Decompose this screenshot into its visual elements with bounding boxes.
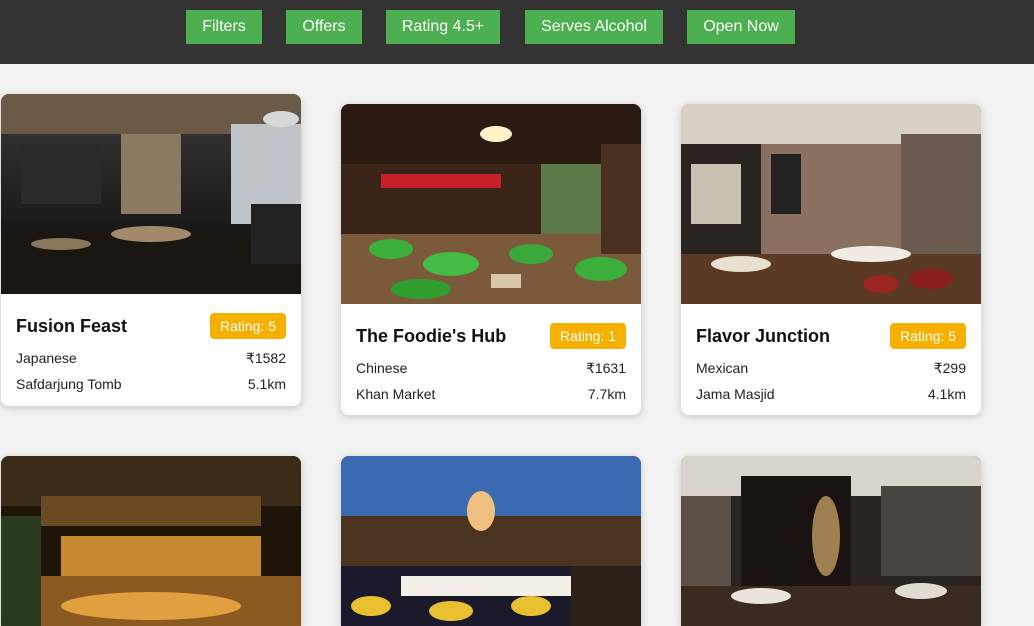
cuisine-label: Mexican	[696, 360, 749, 376]
restaurant-card[interactable]: The Foodie's Hub Rating: 1 Chinese ₹1631…	[341, 104, 641, 415]
serves-alcohol-button[interactable]: Serves Alcohol	[525, 10, 663, 44]
rating-filter-button[interactable]: Rating 4.5+	[386, 10, 500, 44]
offers-button[interactable]: Offers	[286, 10, 362, 44]
restaurant-name: Fusion Feast	[16, 316, 128, 336]
price-label: ₹1631	[585, 360, 626, 376]
restaurant-photo	[341, 456, 641, 626]
restaurant-card[interactable]: Fusion Feast Rating: 5 Japanese ₹1582 Sa…	[1, 94, 301, 406]
rating-badge: Rating: 5	[889, 323, 966, 349]
restaurant-card[interactable]	[681, 456, 981, 626]
distance-label: 7.7km	[587, 386, 626, 402]
location-label: Khan Market	[356, 386, 436, 402]
restaurant-photo	[1, 456, 301, 626]
restaurant-name: Flavor Junction	[696, 326, 831, 346]
filters-button[interactable]: Filters	[186, 10, 262, 44]
filter-bar: Filters Offers Rating 4.5+ Serves Alcoho…	[0, 0, 1034, 64]
restaurant-photo	[681, 104, 981, 304]
location-label: Safdarjung Tomb	[16, 376, 122, 392]
restaurant-photo	[341, 104, 641, 304]
distance-label: 4.1km	[927, 386, 966, 402]
distance-label: 5.1km	[247, 376, 286, 392]
rating-badge: Rating: 5	[209, 313, 286, 339]
restaurant-photo	[1, 94, 301, 294]
restaurant-photo	[681, 456, 981, 626]
open-now-button[interactable]: Open Now	[687, 10, 795, 44]
restaurant-card[interactable]	[1, 456, 301, 626]
location-label: Jama Masjid	[696, 386, 775, 402]
restaurant-name: The Foodie's Hub	[356, 326, 507, 346]
restaurant-card[interactable]	[341, 456, 641, 626]
cuisine-label: Japanese	[16, 350, 77, 366]
cuisine-label: Chinese	[356, 360, 408, 376]
restaurant-card[interactable]: Flavor Junction Rating: 5 Mexican ₹299 J…	[681, 104, 981, 415]
rating-badge: Rating: 1	[549, 323, 626, 349]
price-label: ₹1582	[245, 350, 286, 366]
price-label: ₹299	[933, 360, 966, 376]
